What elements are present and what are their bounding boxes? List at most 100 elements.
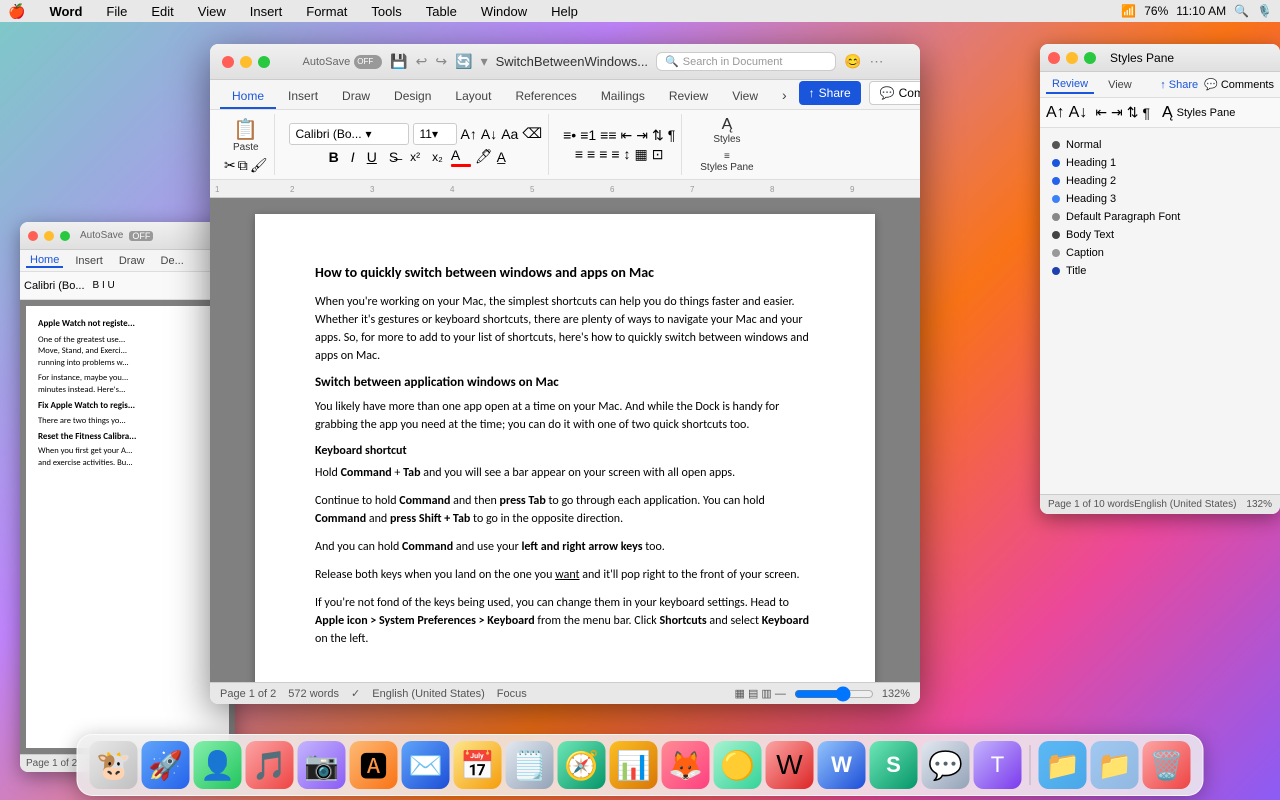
search-box[interactable]: 🔍 Search in Document xyxy=(656,52,836,71)
bg-tab-home[interactable]: Home xyxy=(26,254,63,268)
numbering-button[interactable]: ≡1 xyxy=(580,127,596,143)
menu-table[interactable]: Table xyxy=(422,4,461,19)
document-area[interactable]: How to quickly switch between windows an… xyxy=(210,198,920,682)
dock-photos[interactable]: 📷 xyxy=(298,741,346,789)
style-default[interactable]: Default Paragraph Font xyxy=(1048,208,1272,226)
menu-edit[interactable]: Edit xyxy=(147,4,177,19)
copy-icon[interactable]: ⧉ xyxy=(238,157,248,174)
menu-tools[interactable]: Tools xyxy=(367,4,405,19)
sp-maximize-btn[interactable] xyxy=(1084,52,1096,64)
focus-btn[interactable]: Focus xyxy=(497,688,527,700)
sort-button[interactable]: ⇅ xyxy=(652,127,664,144)
dock-notes[interactable]: 🗒️ xyxy=(506,741,554,789)
sp-share-btn[interactable]: ↑ Share xyxy=(1160,78,1198,91)
format-painter-icon[interactable]: 🖌 xyxy=(250,157,268,174)
style-title[interactable]: Title xyxy=(1048,262,1272,280)
styles-button[interactable]: Ą Styles xyxy=(709,114,744,147)
tab-review[interactable]: Review xyxy=(657,85,720,109)
multilevel-button[interactable]: ≡≡ xyxy=(600,127,616,143)
dock-folder2[interactable]: 📁 xyxy=(1091,741,1139,789)
close-btn[interactable] xyxy=(222,56,234,68)
sp-tab-view[interactable]: View xyxy=(1102,77,1138,93)
align-left-button[interactable]: ≡ xyxy=(575,146,583,162)
menu-view[interactable]: View xyxy=(194,4,230,19)
shading-button[interactable]: A̲ xyxy=(497,149,506,165)
text-highlight-button[interactable]: 🖊 xyxy=(475,148,493,165)
toolbar-save-icon[interactable]: 💾 xyxy=(390,53,407,70)
bg-maximize-btn[interactable] xyxy=(60,231,70,241)
menu-file[interactable]: File xyxy=(102,4,131,19)
dock-teams[interactable]: T xyxy=(974,741,1022,789)
dock-excel[interactable]: 📊 xyxy=(610,741,658,789)
minimize-btn[interactable] xyxy=(240,56,252,68)
autosave-toggle[interactable]: OFF xyxy=(354,55,382,69)
tab-layout[interactable]: Layout xyxy=(443,85,503,109)
bg-minimize-btn[interactable] xyxy=(44,231,54,241)
style-normal[interactable]: Normal xyxy=(1048,136,1272,154)
style-h1[interactable]: Heading 1 xyxy=(1048,154,1272,172)
dock-calendar[interactable]: 📅 xyxy=(454,741,502,789)
bg-font[interactable]: Calibri (Bo... xyxy=(24,280,85,292)
apple-menu[interactable]: 🍎 xyxy=(8,3,25,20)
style-caption[interactable]: Caption xyxy=(1048,244,1272,262)
font-color-button[interactable]: A xyxy=(451,147,471,167)
bg-tab-design[interactable]: De... xyxy=(157,255,188,267)
dock-trash[interactable]: 🗑️ xyxy=(1143,741,1191,789)
tab-design[interactable]: Design xyxy=(382,85,443,109)
toolbar-sync-icon[interactable]: 🔄 xyxy=(455,53,472,70)
justify-button[interactable]: ≡ xyxy=(611,146,619,162)
sp-font-size-down[interactable]: A↓ xyxy=(1069,104,1088,122)
dock-firefox[interactable]: 🦊 xyxy=(662,741,710,789)
dock-spotify[interactable]: S xyxy=(870,741,918,789)
bold-button[interactable]: B xyxy=(325,147,343,167)
menu-word[interactable]: Word xyxy=(45,4,86,19)
sp-minimize-btn[interactable] xyxy=(1066,52,1078,64)
dock-messages[interactable]: 💬 xyxy=(922,741,970,789)
clear-format-icon[interactable]: ⌫ xyxy=(522,125,542,142)
align-right-button[interactable]: ≡ xyxy=(599,146,607,162)
font-aa-icon[interactable]: Aa xyxy=(501,126,518,142)
siri-icon[interactable]: 🎙️ xyxy=(1257,4,1272,18)
menu-help[interactable]: Help xyxy=(547,4,582,19)
toolbar-customize-icon[interactable]: ▾ xyxy=(481,53,488,70)
dock-chrome[interactable]: 🟡 xyxy=(714,741,762,789)
sp-font-size-up[interactable]: A↑ xyxy=(1046,104,1065,122)
dock-contacts[interactable]: 👤 xyxy=(194,741,242,789)
menu-insert[interactable]: Insert xyxy=(246,4,287,19)
bg-tab-draw[interactable]: Draw xyxy=(115,255,149,267)
sp-comments-btn[interactable]: 💬 Comments xyxy=(1204,78,1274,91)
toolbar-redo-icon[interactable]: ↪ xyxy=(435,53,447,70)
subscript-button[interactable]: x₂ xyxy=(428,148,447,166)
show-formatting-button[interactable]: ¶ xyxy=(668,127,676,143)
cut-icon[interactable]: ✂ xyxy=(224,157,236,174)
menu-format[interactable]: Format xyxy=(302,4,351,19)
dock-mail[interactable]: ✉️ xyxy=(402,741,450,789)
style-h2[interactable]: Heading 2 xyxy=(1048,172,1272,190)
align-center-button[interactable]: ≡ xyxy=(587,146,595,162)
tab-mailings[interactable]: Mailings xyxy=(589,85,657,109)
increase-indent-button[interactable]: ⇥ xyxy=(636,127,648,144)
tab-draw[interactable]: Draw xyxy=(330,85,382,109)
font-selector[interactable]: Calibri (Bo... ▾ xyxy=(289,123,409,145)
sp-para-icon[interactable]: ¶ xyxy=(1142,105,1150,121)
borders-button[interactable]: ⊡ xyxy=(652,146,664,163)
more-icon[interactable]: ⋯ xyxy=(869,53,883,70)
underline-button[interactable]: U xyxy=(363,147,381,167)
decrease-indent-button[interactable]: ⇤ xyxy=(621,127,633,144)
dock-safari[interactable]: 🧭 xyxy=(558,741,606,789)
style-body[interactable]: Body Text xyxy=(1048,226,1272,244)
search-icon[interactable]: 🔍 xyxy=(1234,4,1249,18)
zoom-slider[interactable] xyxy=(794,686,874,702)
italic-button[interactable]: I xyxy=(347,147,359,167)
toolbar-undo-icon[interactable]: ↩ xyxy=(416,53,428,70)
menu-window[interactable]: Window xyxy=(477,4,531,19)
dock-finder[interactable]: 🐮 xyxy=(90,741,138,789)
bg-close-btn[interactable] xyxy=(28,231,38,241)
tab-view[interactable]: View xyxy=(720,85,770,109)
dock-word[interactable]: W xyxy=(766,741,814,789)
paste-button[interactable]: 📋 Paste xyxy=(229,115,263,155)
sp-sort-icon[interactable]: ⇅ xyxy=(1127,104,1139,121)
font-grow-icon[interactable]: A↑ xyxy=(461,126,477,142)
strikethrough-button[interactable]: S̶ xyxy=(385,147,402,167)
sp-styles-icon[interactable]: Ą xyxy=(1162,104,1173,122)
